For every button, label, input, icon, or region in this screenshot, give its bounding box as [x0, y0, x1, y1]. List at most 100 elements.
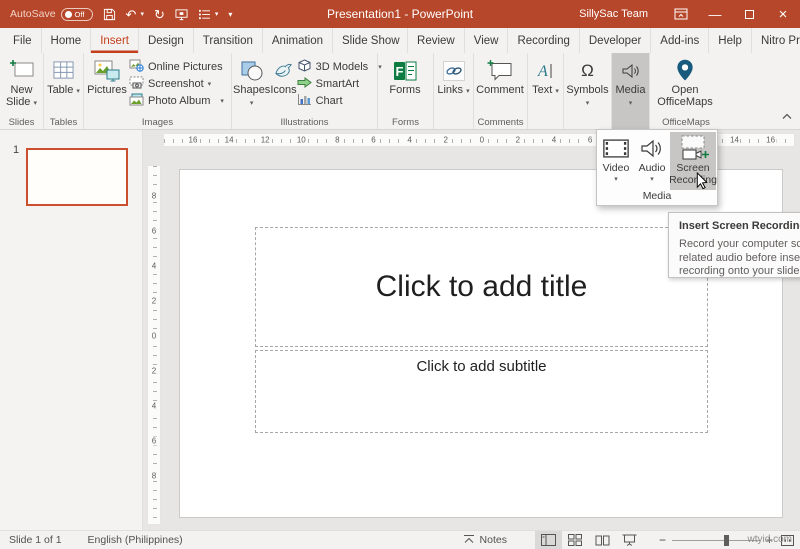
table-button[interactable]: Table ▾ — [45, 55, 82, 117]
media-button[interactable]: Media ▾ — [613, 55, 648, 117]
screen-recording-icon — [675, 134, 711, 162]
ruler-tick-label: 8 — [151, 192, 157, 201]
minimize-button[interactable]: — — [698, 0, 732, 28]
caret-down-icon: ▾ — [614, 174, 618, 186]
group-links: Links ▾ — [434, 53, 474, 129]
icons-button[interactable]: Icons — [270, 55, 296, 117]
new-slide-button[interactable]: New Slide ▾ — [1, 55, 42, 117]
smartart-label: SmartArt — [316, 78, 359, 90]
tab-review[interactable]: Review — [408, 28, 465, 53]
tab-developer[interactable]: Developer — [580, 28, 651, 53]
svg-text:A: A — [537, 63, 548, 80]
start-presentation-icon[interactable] — [175, 8, 188, 21]
undo-caret-icon[interactable]: ▾ — [140, 10, 144, 18]
normal-view-button[interactable] — [535, 531, 562, 549]
ruler-tick-label: 4 — [551, 136, 557, 145]
tab-animation[interactable]: Animation — [263, 28, 333, 53]
notes-button[interactable]: Notes — [463, 534, 507, 547]
title-placeholder[interactable]: Click to add title — [255, 227, 708, 347]
audio-menu-item[interactable]: Audio ▾ — [634, 132, 670, 190]
symbols-label: Symbols — [566, 84, 608, 96]
forms-button[interactable]: F Forms — [379, 55, 431, 117]
tab-recording[interactable]: Recording — [508, 28, 579, 53]
table-label: Table — [47, 84, 73, 96]
tab-transition[interactable]: Transition — [194, 28, 263, 53]
ruler-tick-label: 4 — [406, 136, 412, 145]
subtitle-placeholder[interactable]: Click to add subtitle — [255, 350, 708, 433]
close-button[interactable]: × — [766, 0, 800, 28]
group-media: Media ▾ — [612, 53, 650, 129]
online-pictures-button[interactable]: Online Pictures — [129, 59, 224, 75]
tab-slide-show[interactable]: Slide Show — [333, 28, 408, 53]
maximize-icon — [745, 10, 754, 19]
window-title: Presentation1 - PowerPoint — [200, 7, 600, 21]
photo-album-button[interactable]: Photo Album ▾ — [129, 93, 224, 109]
ruler-tick-label: 4 — [151, 402, 157, 411]
3d-models-button[interactable]: 3D Models ▾ — [297, 59, 382, 75]
audio-label: Audio — [639, 162, 666, 174]
autosave-switch-icon[interactable]: Off — [61, 8, 93, 21]
caret-down-icon: ▾ — [629, 100, 633, 107]
symbols-button[interactable]: Ω Symbols ▾ — [565, 55, 610, 117]
reading-view-button[interactable] — [589, 531, 616, 549]
ribbon: New Slide ▾ Slides Table ▾ Tables Pictur… — [0, 53, 800, 130]
group-officemaps: Open OfficeMaps OfficeMaps — [650, 53, 722, 129]
ruler-tick-label: 16 — [188, 136, 199, 145]
comment-button[interactable]: Comment — [475, 55, 525, 117]
tab-design[interactable]: Design — [139, 28, 194, 53]
group-label-images: Images — [84, 117, 231, 128]
screen-recording-menu-item[interactable]: Screen Recording — [670, 132, 716, 190]
pictures-label: Pictures — [87, 84, 127, 96]
slideshow-view-button[interactable] — [616, 531, 643, 549]
slide-thumbnail[interactable] — [26, 148, 128, 206]
autosave-toggle[interactable]: AutoSave Off — [10, 8, 93, 21]
open-officemaps-button[interactable]: Open OfficeMaps — [651, 55, 719, 117]
photo-album-icon — [129, 93, 144, 109]
ruler-tick-label: 14 — [224, 136, 235, 145]
tab-file[interactable]: File — [4, 28, 42, 53]
screenshot-button[interactable]: Screenshot ▾ — [129, 76, 224, 92]
tab-home[interactable]: Home — [42, 28, 92, 53]
screenshot-icon — [129, 76, 144, 92]
ruler-tick-label: 6 — [151, 227, 157, 236]
ruler-tick-label: 10 — [296, 136, 307, 145]
slide-sorter-view-button[interactable] — [562, 531, 589, 549]
slide-indicator[interactable]: Slide 1 of 1 — [9, 534, 62, 546]
group-tables: Table ▾ Tables — [44, 53, 84, 129]
shapes-button[interactable]: Shapes ▾ — [233, 55, 270, 117]
pictures-button[interactable]: Pictures — [85, 55, 129, 117]
maximize-button[interactable] — [732, 0, 766, 28]
tab-view[interactable]: View — [465, 28, 509, 53]
screen-recording-tooltip: Insert Screen Recording Record your comp… — [668, 212, 800, 278]
redo-icon[interactable]: ↻ — [154, 8, 165, 21]
tab-help[interactable]: Help — [709, 28, 752, 53]
zoom-out-button[interactable]: − — [659, 533, 666, 547]
save-icon[interactable] — [103, 8, 116, 21]
video-menu-item[interactable]: Video ▾ — [598, 132, 634, 190]
3d-models-icon — [297, 59, 312, 75]
text-button[interactable]: A Text ▾ — [529, 55, 562, 117]
tab-add-ins[interactable]: Add-ins — [651, 28, 709, 53]
links-button[interactable]: Links ▾ — [435, 55, 472, 117]
chart-button[interactable]: Chart — [297, 93, 382, 109]
title-placeholder-text: Click to add title — [376, 270, 588, 304]
smartart-icon — [297, 76, 312, 92]
chart-icon — [297, 93, 312, 109]
powerpoint-window: AutoSave Off ↶▾ ↻ ▾ ▾ Presentation1 - Po… — [0, 0, 800, 549]
vertical-ruler: 864202468 — [147, 165, 161, 525]
group-label-forms: Forms — [378, 117, 433, 128]
undo-icon[interactable]: ↶ — [126, 8, 137, 21]
ribbon-display-options-icon[interactable] — [664, 0, 698, 28]
account-name[interactable]: SillySac Team — [579, 8, 648, 20]
ribbon-tabs: FileHomeInsertDesignTransitionAnimationS… — [0, 28, 800, 53]
language-indicator[interactable]: English (Philippines) — [88, 534, 183, 546]
smartart-button[interactable]: SmartArt — [297, 76, 382, 92]
autosave-label: AutoSave — [10, 8, 56, 20]
collapse-ribbon-icon[interactable] — [782, 107, 792, 125]
pictures-icon — [93, 57, 121, 84]
tab-insert[interactable]: Insert — [91, 28, 139, 53]
group-forms: F Forms Forms — [378, 53, 434, 129]
tab-nitro-pro[interactable]: Nitro Pro — [752, 28, 800, 53]
group-label-slides: Slides — [0, 117, 43, 128]
zoom-slider-thumb[interactable] — [724, 535, 729, 546]
